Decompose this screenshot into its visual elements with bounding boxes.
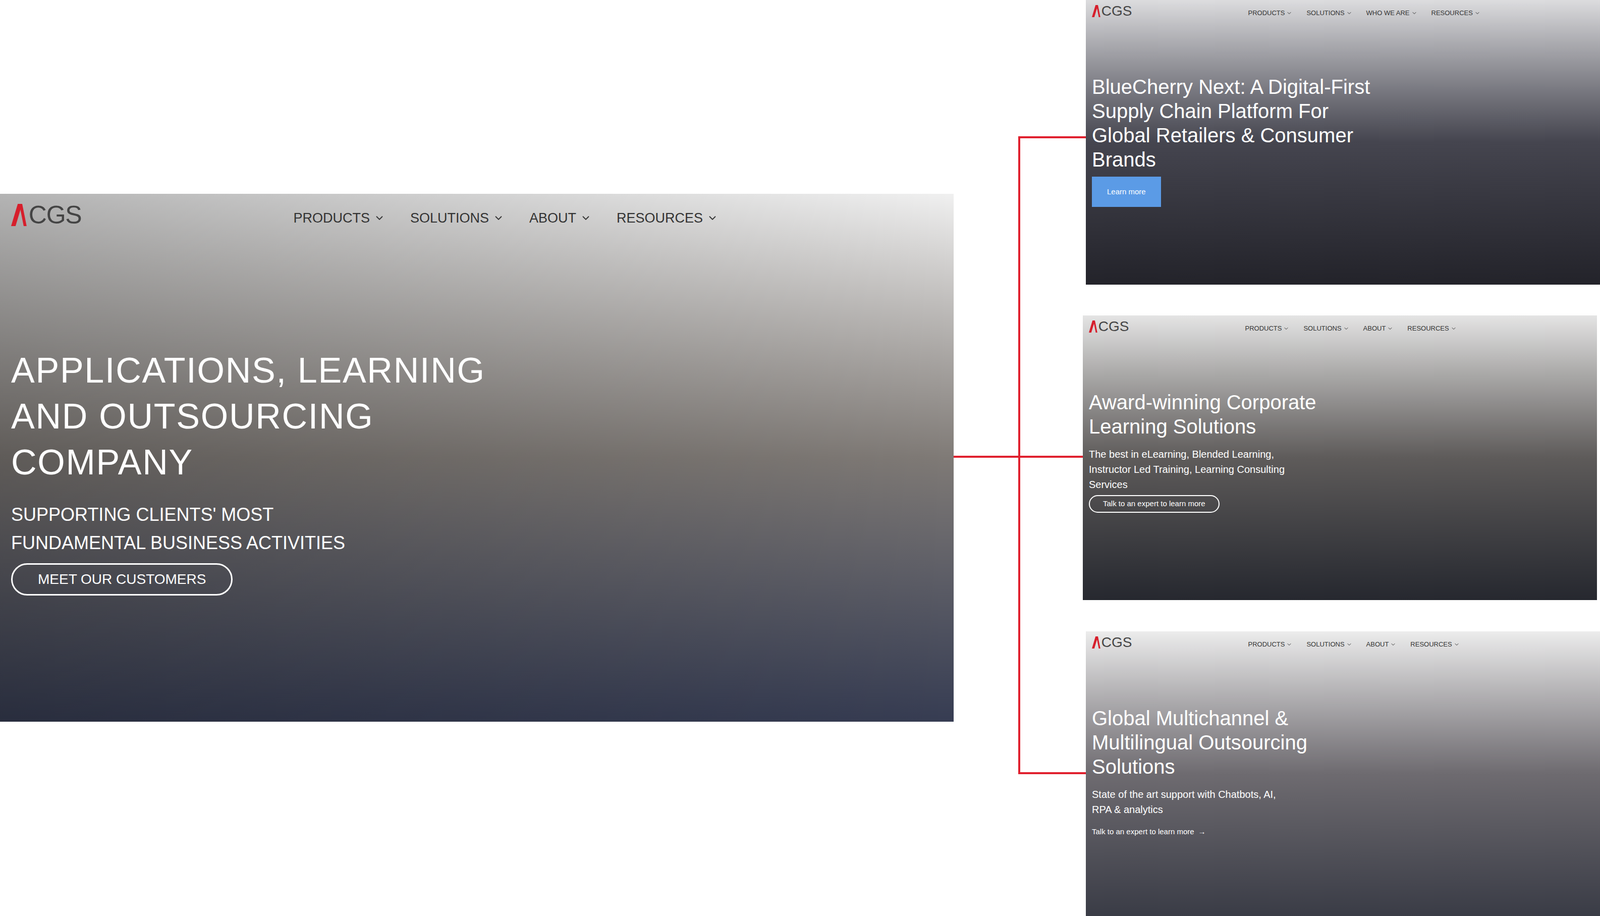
connector-line bbox=[1018, 455, 1083, 458]
description: The best in eLearning, Blended Learning,… bbox=[1088, 446, 1291, 492]
nav-item[interactable]: RESOURCES bbox=[1410, 639, 1460, 650]
chevron-down-icon bbox=[1286, 10, 1293, 17]
chevron-down-icon bbox=[1450, 325, 1457, 332]
connector-line bbox=[1018, 136, 1021, 775]
main-screenshot: CGS PRODUCTS SOLUTIONS ABOUT RESOURCES APPLIC… bbox=[0, 193, 954, 722]
header: CGS PRODUCTS SOLUTIONS ABOUT RESOURCES bbox=[1082, 315, 1597, 334]
header: CGS PRODUCTS SOLUTIONS ABOUT RESOURCES bbox=[1085, 631, 1600, 650]
connector-line bbox=[1018, 136, 1086, 139]
nav-item[interactable]: RESOURCES bbox=[616, 207, 719, 229]
chevron-down-icon bbox=[1346, 641, 1353, 648]
cta-link[interactable]: Talk to an expert to learn more→ bbox=[1091, 825, 1206, 838]
variant-screenshot: CGS PRODUCTS SOLUTIONS ABOUT RESOURCES Award-… bbox=[1082, 315, 1597, 600]
headline: Award-winning Corporate Learning Solutio… bbox=[1088, 390, 1372, 439]
headline: APPLICATIONS, LEARNING AND OUTSOURCING C… bbox=[11, 347, 557, 486]
logo[interactable]: CGS bbox=[1091, 635, 1132, 650]
chevron-down-icon bbox=[373, 212, 385, 224]
cta-button[interactable]: Learn more bbox=[1091, 176, 1162, 207]
chevron-down-icon bbox=[1283, 325, 1290, 332]
diagram: CGS PRODUCTS SOLUTIONS ABOUT RESOURCES APPLIC… bbox=[0, 0, 1600, 916]
headline: BlueCherry Next: A Digital-First Supply … bbox=[1091, 74, 1375, 172]
variant-screenshot: CGS PRODUCTS SOLUTIONS ABOUT RESOURCES Global… bbox=[1085, 631, 1600, 916]
chevron-down-icon bbox=[1346, 10, 1353, 17]
logo[interactable]: CGS bbox=[1091, 4, 1132, 19]
nav-item[interactable]: SOLUTIONS bbox=[1306, 8, 1352, 19]
nav-item[interactable]: PRODUCTS bbox=[1244, 323, 1290, 334]
chevron-down-icon bbox=[706, 212, 719, 224]
nav-item[interactable]: WHO WE ARE bbox=[1366, 8, 1418, 19]
nav: PRODUCTS SOLUTIONS WHO WE ARE RESOURCES bbox=[1247, 4, 1480, 19]
logo-mark-icon bbox=[1091, 636, 1101, 649]
meet-customers-button[interactable]: MEET OUR CUSTOMERS bbox=[11, 563, 233, 596]
nav-item[interactable]: ABOUT bbox=[1366, 639, 1397, 650]
chevron-down-icon bbox=[1387, 325, 1394, 332]
logo-mark-icon bbox=[1088, 320, 1098, 333]
nav-item[interactable]: RESOURCES bbox=[1431, 8, 1481, 19]
nav-item[interactable]: RESOURCES bbox=[1407, 323, 1457, 334]
header: CGS PRODUCTS SOLUTIONS ABOUT RESOURCES bbox=[0, 193, 954, 229]
nav: PRODUCTS SOLUTIONS ABOUT RESOURCES bbox=[1244, 319, 1457, 334]
nav-item[interactable]: SOLUTIONS bbox=[1303, 323, 1349, 334]
chevron-down-icon bbox=[492, 212, 505, 224]
chevron-down-icon bbox=[1390, 641, 1397, 648]
chevron-down-icon bbox=[580, 212, 592, 224]
variant-screenshot: CGS PRODUCTS SOLUTIONS WHO WE ARE RESOURCES B… bbox=[1085, 0, 1600, 285]
chevron-down-icon bbox=[1453, 641, 1460, 648]
header: CGS PRODUCTS SOLUTIONS WHO WE ARE RESOURCES bbox=[1085, 0, 1600, 19]
nav-item[interactable]: PRODUCTS bbox=[293, 207, 385, 229]
logo-mark-icon bbox=[1091, 5, 1101, 18]
connector-line bbox=[1018, 771, 1086, 775]
subheadline: SUPPORTING CLIENTS' MOST FUNDAMENTAL BUS… bbox=[11, 500, 375, 558]
chevron-down-icon bbox=[1343, 325, 1350, 332]
nav: PRODUCTS SOLUTIONS ABOUT RESOURCES bbox=[1247, 635, 1460, 650]
nav-item[interactable]: SOLUTIONS bbox=[1306, 639, 1352, 650]
chevron-down-icon bbox=[1286, 641, 1293, 648]
nav-item[interactable]: PRODUCTS bbox=[1247, 639, 1293, 650]
description: State of the art support with Chatbots, … bbox=[1091, 786, 1294, 817]
nav-item[interactable]: ABOUT bbox=[529, 207, 592, 229]
logo[interactable]: CGS bbox=[1088, 319, 1129, 334]
logo-mark-icon bbox=[11, 203, 27, 227]
logo[interactable]: CGS bbox=[11, 202, 82, 228]
nav: PRODUCTS SOLUTIONS ABOUT RESOURCES bbox=[293, 201, 719, 229]
arrow-icon: → bbox=[1198, 825, 1206, 838]
connector-line bbox=[953, 455, 1021, 458]
headline: Global Multichannel & Multilingual Outso… bbox=[1091, 705, 1375, 779]
chevron-down-icon bbox=[1411, 10, 1418, 17]
cta-button[interactable]: Talk to an expert to learn more bbox=[1088, 494, 1220, 513]
nav-item[interactable]: PRODUCTS bbox=[1247, 8, 1293, 19]
nav-item[interactable]: SOLUTIONS bbox=[410, 207, 505, 229]
chevron-down-icon bbox=[1474, 10, 1481, 17]
nav-item[interactable]: ABOUT bbox=[1363, 323, 1394, 334]
